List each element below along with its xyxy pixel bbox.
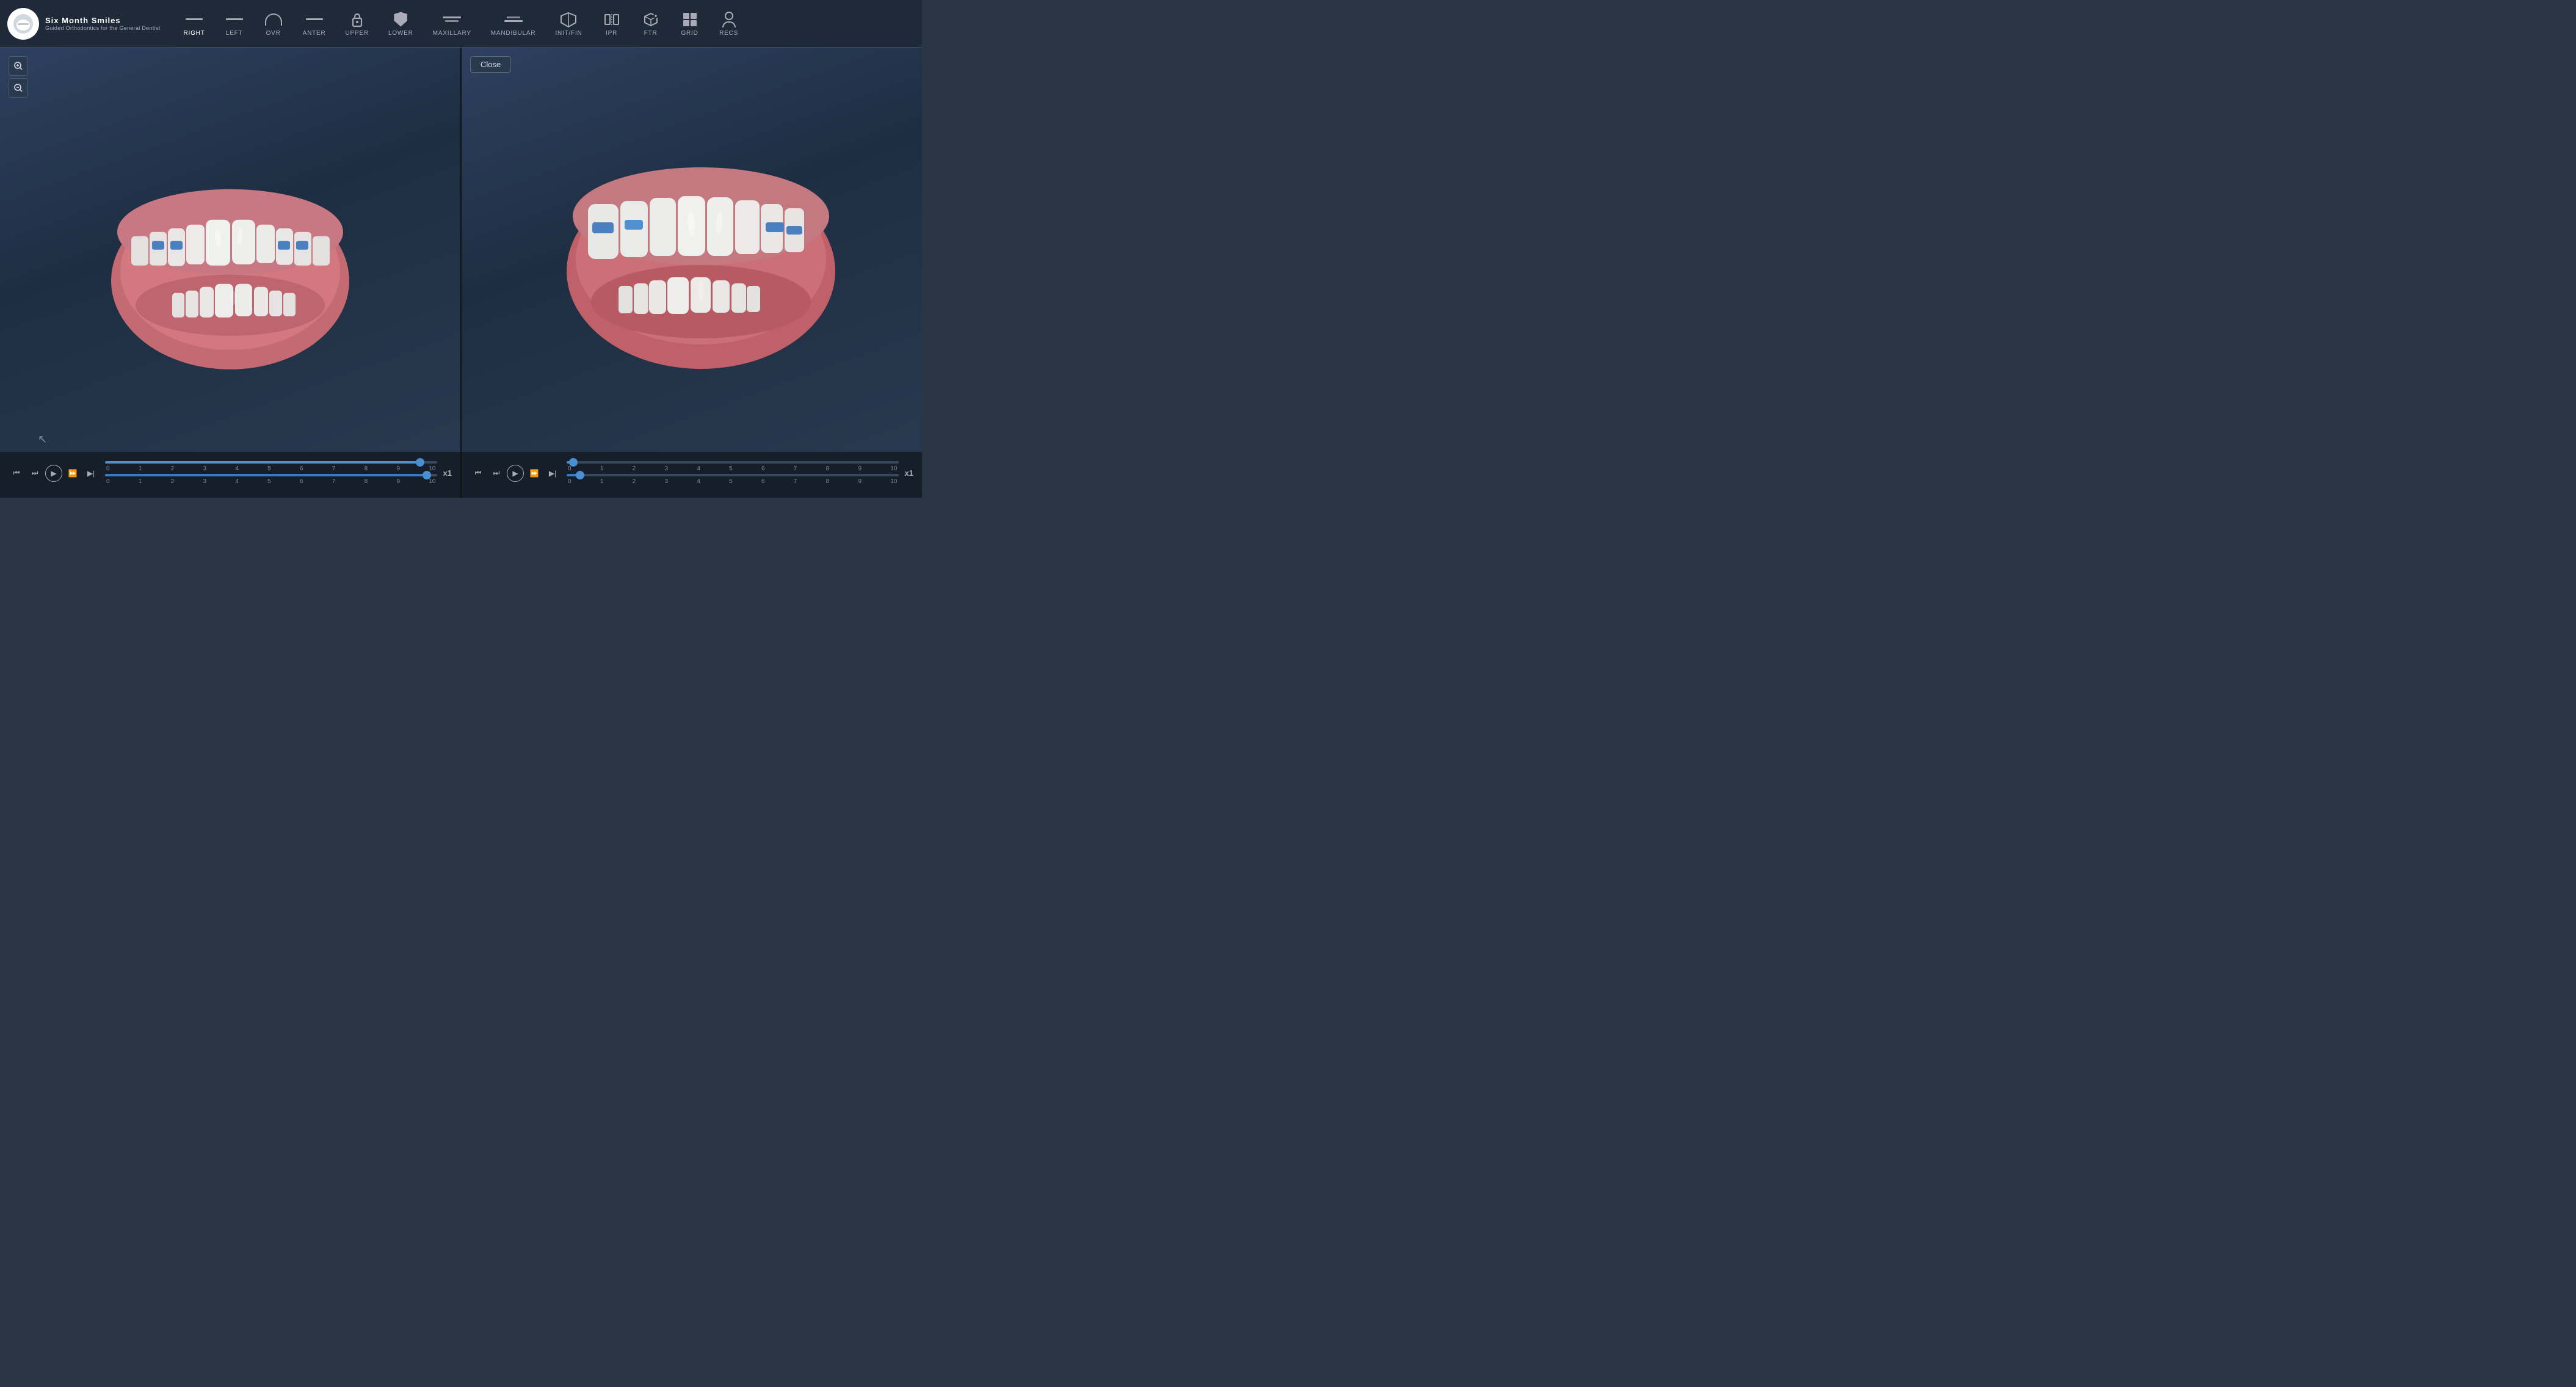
- right-panel: Close: [460, 48, 922, 498]
- nav-upper[interactable]: UPPER: [337, 7, 377, 40]
- grid-icon: [683, 11, 697, 28]
- right-playback-buttons: ⏮ ⏭ ▶ ⏩ ▶|: [470, 465, 561, 482]
- nav-grid-label: GRID: [681, 30, 698, 37]
- nav-initfin[interactable]: INIT/FIN: [546, 7, 590, 40]
- step-back-button[interactable]: ⏭: [27, 465, 43, 481]
- zoom-controls: [9, 56, 28, 98]
- left-speed-label: x1: [443, 468, 452, 478]
- nav-lower[interactable]: LOWER: [380, 7, 422, 40]
- nav-right[interactable]: RIGHT: [175, 7, 214, 40]
- nav-items: RIGHT LEFT OVR ANTER: [175, 7, 915, 40]
- nav-ovr[interactable]: OVR: [255, 7, 292, 40]
- nav-initfin-label: INIT/FIN: [555, 30, 582, 37]
- left-dental-model: [102, 158, 358, 378]
- left-panel: ↖ ⏮ ⏭ ▶ ⏩ ▶|: [0, 48, 460, 498]
- app-subtitle: Guided Orthodontics for the General Dent…: [45, 25, 161, 31]
- right-skip-to-start-button[interactable]: ⏮: [470, 465, 486, 481]
- right-tick-labels: 012345678910: [567, 465, 899, 472]
- right-dental-model: [548, 137, 854, 381]
- main-content: ↖ ⏮ ⏭ ▶ ⏩ ▶|: [0, 48, 922, 498]
- lower-icon: [394, 11, 407, 28]
- nav-ovr-label: OVR: [266, 30, 281, 37]
- nav-recs[interactable]: RECS: [711, 7, 747, 40]
- left-tick-labels: 012345678910: [105, 465, 437, 472]
- right-skip-to-end-button[interactable]: ▶|: [545, 465, 561, 481]
- right-bottom-slider[interactable]: [567, 474, 899, 476]
- mandibular-icon: [504, 11, 523, 28]
- right-slider-container: 012345678910 012345678910: [567, 461, 899, 485]
- top-navigation: Six Month Smiles Guided Orthodontics for…: [0, 0, 922, 48]
- ovr-icon: [265, 11, 282, 28]
- right-step-forward-button[interactable]: ⏩: [526, 465, 542, 481]
- ftr-icon: [642, 11, 659, 28]
- close-button[interactable]: Close: [470, 56, 511, 73]
- right-step-back-button[interactable]: ⏭: [488, 465, 504, 481]
- right-icon: [186, 11, 203, 28]
- logo-text: Six Month Smiles Guided Orthodontics for…: [45, 16, 161, 31]
- nav-lower-label: LOWER: [388, 30, 413, 37]
- nav-maxillary[interactable]: MAXILLARY: [424, 7, 480, 40]
- nav-ftr-label: FTR: [644, 30, 658, 37]
- maxillary-icon: [443, 11, 461, 28]
- left-bottom-controls: ↖ ⏮ ⏭ ▶ ⏩ ▶|: [0, 452, 460, 498]
- nav-ipr-label: IPR: [606, 30, 617, 37]
- step-forward-button[interactable]: ⏩: [65, 465, 81, 481]
- nav-mandibular[interactable]: MANDIBULAR: [482, 7, 545, 40]
- nav-recs-label: RECS: [719, 30, 738, 37]
- left-icon: [226, 11, 243, 28]
- anter-icon: [306, 11, 323, 28]
- nav-right-label: RIGHT: [184, 30, 205, 37]
- right-speed-label: x1: [905, 468, 913, 478]
- nav-anter[interactable]: ANTER: [294, 7, 335, 40]
- nav-anter-label: ANTER: [303, 30, 326, 37]
- nav-ftr[interactable]: FTR: [633, 7, 669, 40]
- logo-icon: [7, 8, 39, 40]
- recs-icon: [722, 11, 736, 28]
- right-playback-row: ⏮ ⏭ ▶ ⏩ ▶| 012345678910: [470, 461, 913, 485]
- nav-ipr[interactable]: IPR: [593, 7, 630, 40]
- zoom-in-button[interactable]: [9, 56, 28, 76]
- nav-grid[interactable]: GRID: [672, 7, 708, 40]
- skip-to-end-button[interactable]: ▶|: [83, 465, 99, 481]
- right-bottom-tick-labels: 012345678910: [567, 478, 899, 485]
- nav-upper-label: UPPER: [346, 30, 369, 37]
- nav-mandibular-label: MANDIBULAR: [491, 30, 536, 37]
- ipr-icon: [603, 11, 620, 28]
- right-bottom-controls: ⏮ ⏭ ▶ ⏩ ▶| 012345678910: [462, 452, 922, 498]
- right-play-button[interactable]: ▶: [507, 465, 524, 482]
- upper-icon: [350, 11, 364, 28]
- left-playback-row: ↖ ⏮ ⏭ ▶ ⏩ ▶|: [9, 461, 452, 485]
- right-top-slider[interactable]: [567, 461, 899, 464]
- logo-area: Six Month Smiles Guided Orthodontics for…: [7, 8, 161, 40]
- play-button[interactable]: ▶: [45, 465, 62, 482]
- app-title: Six Month Smiles: [45, 16, 161, 25]
- left-bottom-slider[interactable]: [105, 474, 437, 476]
- skip-to-start-button[interactable]: ⏮: [9, 465, 24, 481]
- left-top-slider[interactable]: [105, 461, 437, 464]
- left-bottom-tick-labels: 012345678910: [105, 478, 437, 485]
- nav-maxillary-label: MAXILLARY: [433, 30, 471, 37]
- nav-left[interactable]: LEFT: [216, 7, 253, 40]
- left-playback-buttons: ⏮ ⏭ ▶ ⏩ ▶|: [9, 465, 99, 482]
- nav-left-label: LEFT: [226, 30, 243, 37]
- initfin-icon: [560, 11, 577, 28]
- left-slider-container: 012345678910 012345678910: [105, 461, 437, 485]
- zoom-out-button[interactable]: [9, 78, 28, 98]
